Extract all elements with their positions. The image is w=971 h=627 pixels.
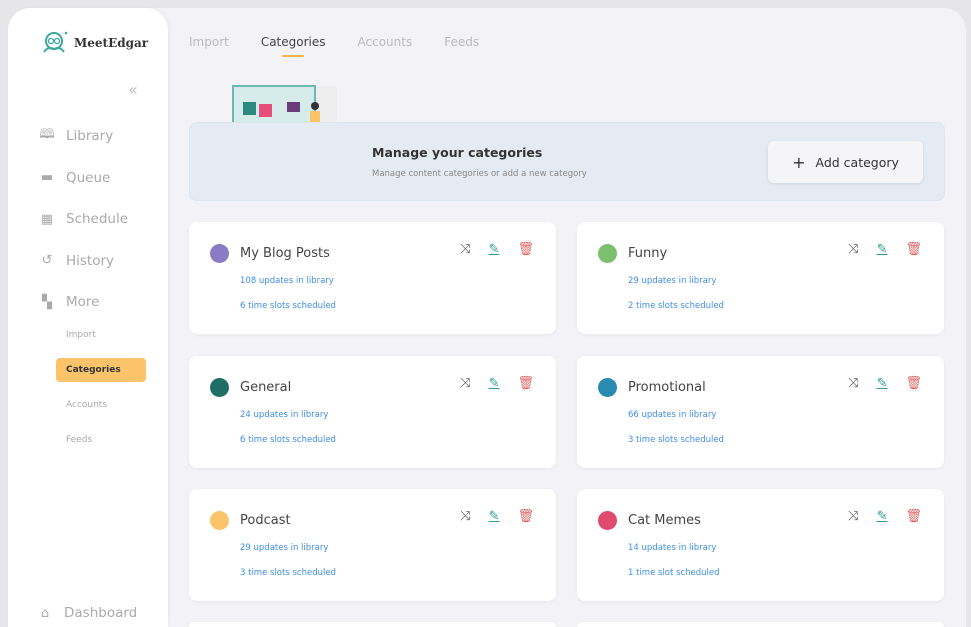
nav-more[interactable]: ▚ More [40,294,99,310]
nav-history[interactable]: ↺ History [40,253,114,269]
library-count-link[interactable]: 29 updates in library [628,276,716,286]
octopus-logo-icon [43,31,68,53]
stack-icon: ▬ [40,170,54,185]
category-color-dot [598,377,617,397]
nav-schedule[interactable]: ▦ Schedule [40,211,128,227]
shuffle-icon[interactable]: ⤨ [460,509,470,524]
edit-pencil-icon[interactable]: ✎ [877,509,888,524]
category-card-partial [577,622,944,627]
tab-accounts[interactable]: Accounts [358,35,413,49]
time-slots-link[interactable]: 6 time slots scheduled [240,301,336,311]
category-card[interactable]: My Blog Posts 108 updates in library 6 t… [189,222,556,334]
time-slots-link[interactable]: 3 time slots scheduled [628,435,724,445]
time-slots-link[interactable]: 1 time slot scheduled [628,568,720,578]
library-count-link[interactable]: 14 updates in library [628,543,716,553]
trash-icon[interactable]: 🗑 [517,242,534,257]
trash-icon[interactable]: 🗑 [517,509,534,524]
book-icon: 🕮 [39,127,55,142]
library-count-link[interactable]: 66 updates in library [628,410,716,420]
tab-import[interactable]: Import [189,35,229,49]
time-slots-link[interactable]: 2 time slots scheduled [628,301,724,311]
nav-label: Queue [66,169,111,186]
subnav-categories[interactable]: Categories [56,358,146,382]
brand-name: MeetEdgar [74,36,149,50]
edit-pencil-icon[interactable]: ✎ [489,509,500,524]
edit-pencil-icon[interactable]: ✎ [489,376,500,391]
banner-subtitle: Manage content categories or add a new c… [372,169,587,179]
category-card[interactable]: Funny 29 updates in library 2 time slots… [577,222,944,334]
edit-pencil-icon[interactable]: ✎ [489,242,500,257]
nav-label: Library [66,128,114,144]
history-icon: ↺ [41,253,53,268]
nav-library[interactable]: 🕮 Library [39,127,114,144]
category-color-dot [598,244,617,263]
shuffle-icon[interactable]: ⤨ [848,242,858,257]
category-name: Promotional [628,379,706,395]
library-count-link[interactable]: 108 updates in library [240,276,334,286]
category-name: Cat Memes [628,513,701,528]
nav-label: Schedule [66,211,129,227]
nav-queue[interactable]: ▬ Queue [40,169,111,186]
trash-icon[interactable]: 🗑 [905,376,922,391]
library-count-link[interactable]: 24 updates in library [240,410,328,420]
shuffle-icon[interactable]: ⤨ [848,376,858,391]
category-color-dot [210,377,229,397]
banner-title: Manage your categories [372,145,543,160]
nav-label: Dashboard [64,605,138,621]
nav-label: More [66,294,100,310]
library-count-link[interactable]: 29 updates in library [240,543,328,553]
category-card[interactable]: Promotional 66 updates in library 3 time… [577,355,944,468]
calendar-icon: ▦ [40,211,54,227]
brand-logo[interactable]: MeetEdgar [40,30,148,56]
category-name: My Blog Posts [240,246,330,261]
edit-pencil-icon[interactable]: ✎ [877,242,888,257]
collapse-sidebar-icon[interactable]: « [128,80,138,99]
tab-categories[interactable]: Categories [261,35,326,57]
sidebar: MeetEdgar « 🕮 Library ▬ Queue ▦ Schedule ↺ Hist… [8,8,168,627]
category-card[interactable]: Podcast 29 updates in library 3 time slo… [189,489,556,601]
add-category-button[interactable]: + Add category [768,141,923,183]
shuffle-icon[interactable]: ⤨ [460,242,470,257]
app-window: MeetEdgar « 🕮 Library ▬ Queue ▦ Schedule ↺ Hist… [8,8,966,627]
nav-dashboard[interactable]: ⌂ Dashboard [38,605,137,621]
category-color-dot [210,244,229,263]
top-tabs: Import Categories Accounts Feeds [189,35,511,57]
trash-icon[interactable]: 🗑 [517,376,534,391]
category-card[interactable]: Cat Memes 14 updates in library 1 time s… [577,489,944,601]
subnav-feeds[interactable]: Feeds [66,435,92,445]
category-color-dot [598,511,617,530]
tab-feeds[interactable]: Feeds [444,35,479,49]
plus-icon: + [792,152,806,172]
time-slots-link[interactable]: 6 time slots scheduled [240,435,336,445]
shuffle-icon[interactable]: ⤨ [460,376,470,391]
category-name: General [240,379,292,395]
subnav-import[interactable]: Import [66,330,96,340]
category-color-dot [210,511,229,530]
category-card[interactable]: General 24 updates in library 6 time slo… [189,355,556,468]
trash-icon[interactable]: 🗑 [905,242,922,257]
time-slots-link[interactable]: 3 time slots scheduled [240,568,336,578]
add-category-label: Add category [815,154,899,170]
nav-label: History [66,252,115,269]
grid-icon: ▚ [42,294,52,310]
manage-categories-banner: Manage your categories Manage content ca… [189,122,945,201]
shuffle-icon[interactable]: ⤨ [848,509,858,524]
category-name: Funny [628,246,668,261]
home-icon: ⌂ [40,605,50,621]
trash-icon[interactable]: 🗑 [905,509,922,524]
subnav-accounts[interactable]: Accounts [66,400,107,410]
edit-pencil-icon[interactable]: ✎ [877,376,888,391]
category-name: Podcast [240,513,291,528]
category-card-partial [189,622,556,627]
